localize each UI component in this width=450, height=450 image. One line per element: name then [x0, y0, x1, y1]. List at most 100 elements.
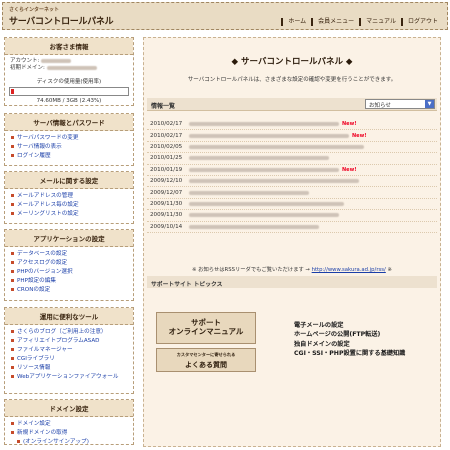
main-panel: ◆ サーバコントロールパネル ◆ サーバコントロールパネルは、さまざまな設定の確… — [143, 37, 441, 447]
link-access-log[interactable]: アクセスログの設定 — [11, 259, 129, 268]
new-badge: New! — [342, 121, 357, 128]
news-row: 2009/12/07 — [147, 187, 437, 199]
nav-member-menu[interactable]: 会員メニュー — [311, 18, 359, 26]
news-row: 2010/01/25 — [147, 153, 437, 165]
domain-box: ドメイン設定 ドメイン設定 新規ドメインの取得 (オンラインサインアップ) — [4, 399, 134, 445]
link-waf[interactable]: Webアプリケーションファイアウォール — [11, 373, 129, 382]
domain-label: 初期ドメイン: — [10, 65, 45, 71]
link-mail-address-settings[interactable]: メールアドレス毎の設定 — [11, 201, 129, 210]
topic-domain[interactable]: 独自ドメインの設定 — [294, 340, 405, 349]
domain-title: ドメイン設定 — [5, 400, 133, 417]
news-date: 2010/02/05 — [150, 143, 183, 150]
app-title: アプリケーションの設定 — [5, 230, 133, 247]
news-row: 2009/12/10 — [147, 176, 437, 188]
link-new-domain[interactable]: 新規ドメインの取得 — [11, 429, 129, 438]
news-row: 2010/02/17 New! — [147, 119, 437, 131]
top-nav: ホーム 会員メニュー マニュアル ログアウト — [281, 18, 443, 26]
rss-text: ※ お知らせはRSSリーダでもご覧いただけます → — [192, 267, 310, 273]
account-details: アカウント: 初期ドメイン: — [5, 55, 133, 75]
page-title: ◆ サーバコントロールパネル ◆ — [231, 57, 353, 67]
online-manual-button[interactable]: サポート オンラインマニュアル — [156, 312, 256, 344]
link-blog[interactable]: さくらのブログ（ご利用上の注意） — [11, 328, 129, 337]
chevron-down-icon[interactable]: ▼ — [425, 100, 434, 108]
link-cgi-library[interactable]: CGIライブラリ — [11, 355, 129, 364]
news-date: 2010/02/17 — [150, 132, 183, 139]
news-row: 2009/11/30 — [147, 210, 437, 222]
server-info-title: サーバ情報とパスワード — [5, 114, 133, 131]
news-row: 2010/02/05 — [147, 142, 437, 154]
support-label: サポートサイト トピックス — [151, 282, 223, 288]
faq-btn-large: よくある質問 — [185, 361, 227, 369]
news-title-redacted[interactable] — [189, 133, 349, 138]
news-date: 2010/01/25 — [150, 155, 183, 162]
tools-box: 運用に便利なツール さくらのブログ（ご利用上の注意） アフィリエイトプログラムA… — [4, 307, 134, 394]
link-change-password[interactable]: サーバパスワードの変更 — [11, 134, 129, 143]
rss-tail: ※ — [387, 267, 392, 273]
new-badge: New! — [342, 166, 357, 173]
link-online-signup[interactable]: (オンラインサインアップ) — [11, 438, 129, 447]
nav-logout[interactable]: ログアウト — [400, 18, 443, 26]
manual-btn-line2: オンラインマニュアル — [168, 327, 244, 336]
news-title-redacted[interactable] — [189, 122, 339, 127]
mail-box: メールに関する設定 メールアドレスの管理 メールアドレス毎の設定 メーリングリス… — [4, 171, 134, 224]
news-title-redacted[interactable] — [189, 144, 364, 149]
news-title-redacted[interactable] — [189, 213, 339, 218]
news-row: 2010/01/19 New! — [147, 165, 437, 176]
mail-title: メールに関する設定 — [5, 172, 133, 189]
account-title: お客さま情報 — [5, 38, 133, 55]
link-mail-address-manage[interactable]: メールアドレスの管理 — [11, 192, 129, 201]
account-label: アカウント: — [10, 58, 40, 64]
link-server-info[interactable]: サーバ情報の表示 — [11, 143, 129, 152]
topic-cgi[interactable]: CGI・SSI・PHP設置に関する基礎知識 — [294, 349, 405, 358]
faq-btn-small: カスタマセンターに寄せられる — [176, 352, 236, 357]
link-login-history[interactable]: ログイン履歴 — [11, 152, 129, 161]
logo-title: サーバコントロールパネル — [9, 17, 114, 27]
news-title-redacted[interactable] — [189, 201, 344, 206]
domain-value-redacted — [46, 65, 97, 70]
topic-ftp[interactable]: ホームページの公開(FTP転送) — [294, 330, 405, 339]
news-list: 2010/02/17 New! 2010/02/17 New! 2010/02/05 20… — [147, 119, 437, 233]
news-date: 2009/11/30 — [150, 212, 183, 219]
topic-email[interactable]: 電子メールの設定 — [294, 321, 405, 330]
info-header: 情報一覧 お知らせ ▼ — [147, 98, 437, 111]
news-date: 2009/11/30 — [150, 200, 183, 207]
nav-home[interactable]: ホーム — [281, 18, 311, 26]
link-resource-info[interactable]: リソース情報 — [11, 364, 129, 373]
link-database[interactable]: データベースの設定 — [11, 250, 129, 259]
link-affiliate[interactable]: アフィリエイトプログラムASAD — [11, 337, 129, 346]
account-box: お客さま情報 アカウント: 初期ドメイン: ディスクの使用量(使用率) 74.6… — [4, 37, 134, 106]
logo-subtitle: さくらインターネット — [9, 7, 60, 13]
news-title-redacted[interactable] — [189, 156, 329, 161]
link-php-edit[interactable]: PHP設定の編集 — [11, 277, 129, 286]
news-date: 2010/01/19 — [150, 166, 183, 173]
news-date: 2009/10/14 — [150, 223, 183, 230]
link-mailing-list[interactable]: メーリングリストの設定 — [11, 210, 129, 219]
rss-link[interactable]: http://www.sakura.ad.jp/rss/ — [312, 267, 386, 273]
news-title-redacted[interactable] — [189, 167, 339, 172]
header: さくらインターネット サーバコントロールパネル ホーム 会員メニュー マニュアル… — [2, 2, 448, 30]
info-category-select[interactable]: お知らせ ▼ — [365, 99, 435, 109]
tools-title: 運用に便利なツール — [5, 308, 133, 325]
page-description: サーバコントロールパネルは、さまざまな設定の確認や変更を行うことができます。 — [187, 77, 397, 83]
link-cron[interactable]: CRONの設定 — [11, 286, 129, 295]
news-date: 2009/12/07 — [150, 189, 183, 196]
nav-manual[interactable]: マニュアル — [359, 18, 401, 26]
news-title-redacted[interactable] — [189, 224, 319, 229]
new-badge: New! — [352, 132, 367, 139]
news-row: 2009/11/30 — [147, 199, 437, 211]
news-date: 2010/02/17 — [150, 121, 183, 128]
faq-button[interactable]: カスタマセンターに寄せられる よくある質問 — [156, 348, 256, 372]
news-row: 2010/02/17 New! — [147, 130, 437, 142]
news-title-redacted[interactable] — [189, 179, 359, 184]
link-domain-settings[interactable]: ドメイン設定 — [11, 420, 129, 429]
account-value-redacted — [41, 58, 72, 63]
news-title-redacted[interactable] — [189, 190, 309, 195]
info-label: 情報一覧 — [151, 103, 176, 110]
news-row: 2009/10/14 — [147, 222, 437, 233]
server-info-box: サーバ情報とパスワード サーバパスワードの変更 サーバ情報の表示 ログイン履歴 — [4, 113, 134, 166]
link-file-manager[interactable]: ファイルマネージャー — [11, 346, 129, 355]
link-php-version[interactable]: PHPのバージョン選択 — [11, 268, 129, 277]
support-topics: 電子メールの設定 ホームページの公開(FTP転送) 独自ドメインの設定 CGI・… — [294, 321, 405, 358]
news-date: 2009/12/10 — [150, 178, 183, 185]
support-header: サポートサイト トピックス — [147, 276, 437, 288]
